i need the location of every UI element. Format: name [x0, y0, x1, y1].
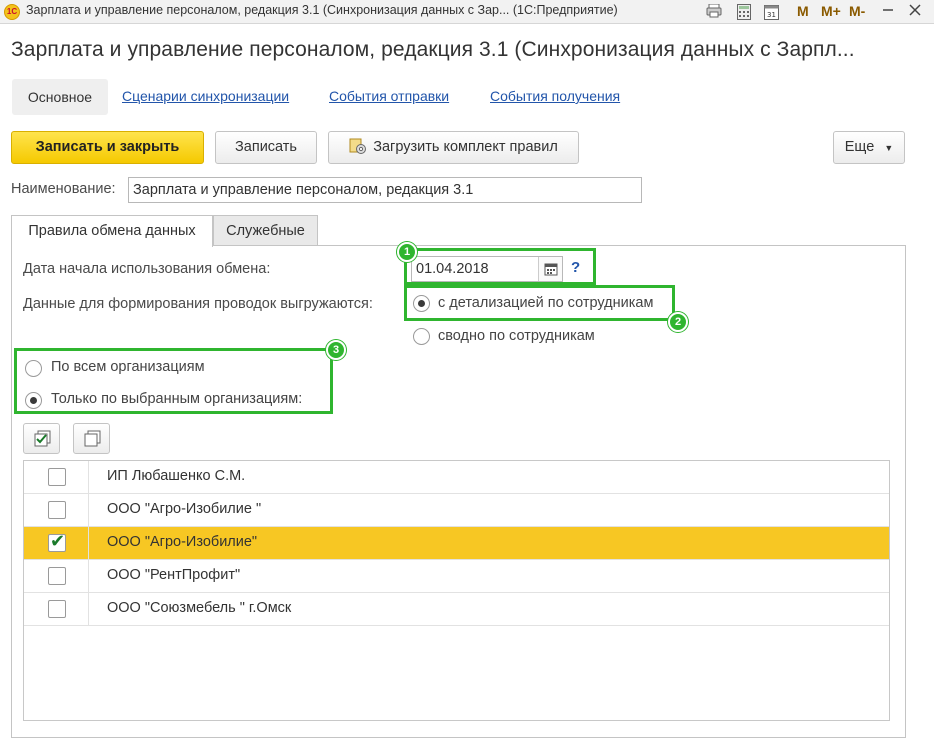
svg-text:31: 31: [767, 11, 776, 19]
tab-service[interactable]: Служебные: [213, 215, 318, 246]
gear-icon: [349, 136, 367, 154]
org-all-radio[interactable]: [25, 360, 42, 377]
load-rules-button[interactable]: Загрузить комплект правил: [328, 131, 579, 164]
minimize-icon[interactable]: [880, 4, 896, 20]
calculator-icon[interactable]: [735, 4, 753, 20]
name-label: Наименование:: [11, 181, 116, 197]
memory-m-plus-button[interactable]: M+: [821, 3, 841, 19]
calendar-picker-icon[interactable]: [538, 257, 562, 281]
check-all-button[interactable]: [23, 423, 60, 454]
printer-icon[interactable]: [705, 3, 723, 20]
close-icon[interactable]: [906, 4, 924, 20]
nav-tab-send-events[interactable]: События отправки: [329, 88, 449, 104]
organizations-table: ИП Любашенко С.М. ООО "Агро-Изобилие " ✔…: [23, 460, 890, 721]
check-icon: ✔: [50, 531, 66, 551]
memory-m-button[interactable]: M: [797, 3, 809, 19]
window-title: Зарплата и управление персоналом, редакц…: [26, 3, 618, 17]
table-row[interactable]: ООО "Агро-Изобилие ": [24, 494, 889, 527]
more-button[interactable]: Еще ▼: [833, 131, 905, 164]
annotation-badge-3: 3: [326, 340, 346, 360]
window-titlebar: 1C Зарплата и управление персоналом, ред…: [0, 0, 934, 24]
start-date-label: Дата начала использования обмена:: [23, 261, 271, 277]
org-name-cell: ИП Любашенко С.М.: [107, 468, 246, 484]
export-summary-label: сводно по сотрудникам: [438, 328, 595, 344]
memory-m-minus-button[interactable]: M-: [849, 3, 865, 19]
page-title: Зарплата и управление персоналом, редакц…: [11, 38, 855, 61]
tab-exchange-rules[interactable]: Правила обмена данных: [11, 215, 213, 247]
org-selected-radio[interactable]: [25, 392, 42, 409]
org-name-cell: ООО "Агро-Изобилие ": [107, 501, 262, 517]
check-all-icon: [34, 430, 52, 451]
org-name-cell: ООО "Агро-Изобилие": [107, 534, 258, 550]
save-and-close-button[interactable]: Записать и закрыть: [11, 131, 204, 164]
row-checkbox[interactable]: [48, 468, 66, 486]
org-name-cell: ООО "Союзмебель " г.Омск: [107, 600, 292, 616]
row-checkbox[interactable]: [48, 600, 66, 618]
uncheck-all-icon: [84, 430, 102, 451]
nav-tab-main[interactable]: Основное: [12, 79, 108, 115]
more-label: Еще: [844, 139, 875, 155]
table-row[interactable]: ИП Любашенко С.М.: [24, 461, 889, 494]
org-selected-label: Только по выбранным организациям:: [51, 391, 303, 407]
export-detailed-label: с детализацией по сотрудникам: [438, 295, 654, 311]
name-input[interactable]: Зарплата и управление персоналом, редакц…: [128, 177, 642, 203]
nav-tab-receive-events[interactable]: События получения: [490, 88, 620, 104]
export-detailed-radio[interactable]: [413, 295, 430, 312]
row-checkbox[interactable]: [48, 567, 66, 585]
org-all-label: По всем организациям: [51, 359, 205, 375]
calendar-icon[interactable]: 31: [762, 4, 780, 20]
app-logo-icon: 1C: [4, 4, 20, 20]
save-button[interactable]: Записать: [215, 131, 317, 164]
table-row[interactable]: ✔ ООО "Агро-Изобилие": [24, 527, 889, 560]
export-label: Данные для формирования проводок выгружа…: [23, 296, 373, 312]
annotation-badge-1: 1: [397, 242, 417, 262]
chevron-down-icon: ▼: [884, 143, 894, 153]
annotation-badge-2: 2: [668, 312, 688, 332]
row-checkbox[interactable]: [48, 501, 66, 519]
help-icon[interactable]: ?: [571, 259, 580, 276]
row-checkbox[interactable]: ✔: [48, 531, 66, 552]
nav-tab-sync-scenarios[interactable]: Сценарии синхронизации: [122, 88, 289, 104]
uncheck-all-button[interactable]: [73, 423, 110, 454]
table-row[interactable]: ООО "РентПрофит": [24, 560, 889, 593]
org-name-cell: ООО "РентПрофит": [107, 567, 241, 583]
table-row[interactable]: ООО "Союзмебель " г.Омск: [24, 593, 889, 626]
export-summary-radio[interactable]: [413, 328, 430, 345]
load-rules-label: Загрузить комплект правил: [373, 139, 558, 155]
